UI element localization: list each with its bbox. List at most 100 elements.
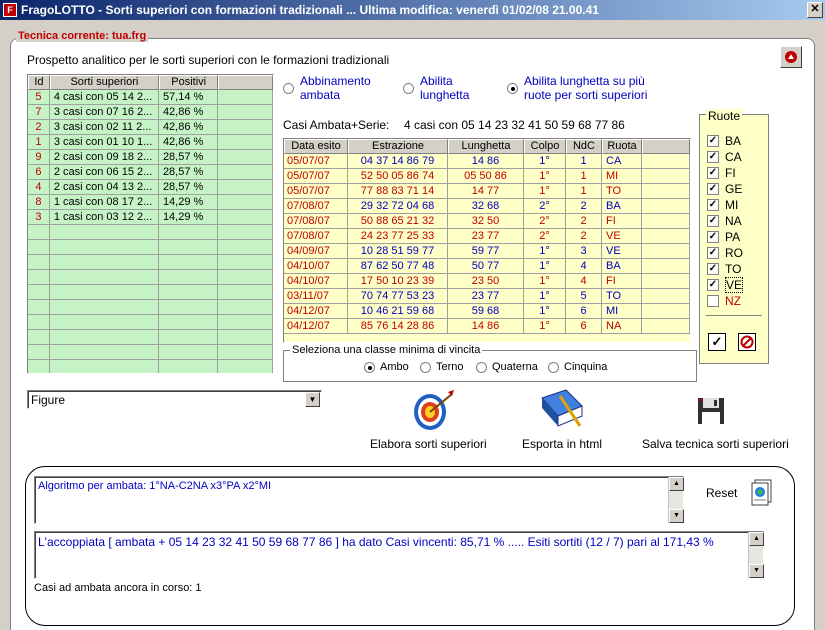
option-lunghetta[interactable]: Abilita lunghetta [403,74,469,102]
sorti-row[interactable]: 92 casi con 09 18 2... 28,57 % [28,150,273,165]
col-lunghetta[interactable]: Lunghetta [448,139,524,154]
ruota-checkbox-pa[interactable]: ✓ PA [707,229,743,245]
option-piu-ruote[interactable]: Abilita lunghetta su più ruote per sorti… [507,74,647,102]
radio-lunghetta[interactable] [403,82,414,94]
sorti-row[interactable] [28,360,273,373]
checkbox[interactable]: ✓ [707,151,719,163]
checkbox[interactable]: ✓ [707,167,719,179]
ruota-checkbox-ge[interactable]: ✓ GE [707,181,743,197]
ruota-checkbox-nz[interactable]: NZ [707,293,743,309]
sorti-row[interactable]: 13 casi con 01 10 1... 42,86 % [28,135,273,150]
checkbox[interactable]: ✓ [707,215,719,227]
info-button[interactable] [780,46,802,68]
elabora-icon-button[interactable] [408,388,456,432]
esporta-label[interactable]: Esporta in html [522,437,602,451]
col-positivi[interactable]: Positivi [158,75,219,90]
ruota-checkbox-na[interactable]: ✓ NA [707,213,743,229]
sorti-row[interactable]: 62 casi con 06 15 2... 28,57 % [28,165,273,180]
col-id[interactable]: Id [28,75,50,90]
combo-dropdown-button[interactable]: ▼ [305,392,320,407]
esiti-row[interactable]: 03/11/07 70 74 77 53 23 23 77 1° 5 TO [284,289,690,304]
col-sorti[interactable]: Sorti superiori [49,75,159,90]
sorti-row[interactable]: 81 casi con 08 17 2... 14,29 % [28,195,273,210]
esiti-cell-lung: 14 86 [448,154,524,169]
esiti-row[interactable]: 04/12/07 85 76 14 28 86 14 86 1° 6 NA [284,319,690,334]
esiti-row[interactable]: 04/10/07 17 50 10 23 39 23 50 1° 4 FI [284,274,690,289]
esiti-row[interactable]: 05/07/07 77 88 83 71 14 14 77 1° 1 TO [284,184,690,199]
esiti-row[interactable]: 04/09/07 10 28 51 59 77 59 77 1° 3 VE [284,244,690,259]
checkbox[interactable]: ✓ [707,135,719,147]
checkbox[interactable]: ✓ [707,279,719,291]
esiti-row[interactable]: 07/08/07 24 23 77 25 33 23 77 2° 2 VE [284,229,690,244]
sorti-row[interactable]: 54 casi con 05 14 2... 57,14 % [28,90,273,105]
checkbox[interactable]: ✓ [707,231,719,243]
ruota-label: VE [725,277,744,293]
ruota-checkbox-fi[interactable]: ✓ FI [707,165,743,181]
radio-abbinamento[interactable] [283,82,294,94]
esiti-row[interactable]: 05/07/07 04 37 14 86 79 14 86 1° 1 CA [284,154,690,169]
sorti-row[interactable] [28,330,273,345]
classe-ambo[interactable]: Ambo [364,361,409,373]
esiti-cell-ndc: 2 [566,214,602,229]
checkbox[interactable]: ✓ [707,247,719,259]
checkbox[interactable]: ✓ [707,199,719,211]
classe-quaterna[interactable]: Quaterna [476,361,538,373]
ruota-checkbox-to[interactable]: ✓ TO [707,261,743,277]
col-ruota[interactable]: Ruota [602,139,642,154]
classe-cinquina[interactable]: Cinquina [548,361,607,373]
elabora-label[interactable]: Elabora sorti superiori [370,437,487,451]
scroll-down-icon[interactable]: ▼ [669,509,684,523]
sorti-row[interactable]: 23 casi con 02 11 2... 42,86 % [28,120,273,135]
result-scrollbar[interactable]: ▲ ▼ [748,532,764,578]
sorti-row[interactable] [28,270,273,285]
sorti-row[interactable] [28,345,273,360]
ruota-checkbox-mi[interactable]: ✓ MI [707,197,743,213]
result-textbox[interactable]: L'accoppiata [ ambata + 05 14 23 32 41 5… [34,531,764,579]
esporta-icon-button[interactable] [538,386,586,432]
col-ndc[interactable]: NdC [566,139,602,154]
esiti-row[interactable]: 04/12/07 10 46 21 59 68 59 68 1° 6 MI [284,304,690,319]
esiti-cell-estr: 50 88 65 21 32 [348,214,448,229]
classe-terno[interactable]: Terno [420,361,464,373]
salva-label[interactable]: Salva tecnica sorti superiori [642,437,789,451]
sorti-row[interactable] [28,240,273,255]
col-data[interactable]: Data esito [284,139,348,154]
checkbox[interactable] [707,295,719,307]
ruota-checkbox-ve[interactable]: ✓ VE [707,277,744,293]
sorti-row[interactable]: 42 casi con 04 13 2... 28,57 % [28,180,273,195]
sorti-row[interactable]: 31 casi con 03 12 2... 14,29 % [28,210,273,225]
esiti-grid[interactable]: Data esito Estrazione Lunghetta Colpo Nd… [283,138,691,343]
salva-icon-button[interactable] [696,396,726,426]
reset-button[interactable] [749,478,775,508]
algoritmo-scrollbar[interactable]: ▲ ▼ [668,477,684,523]
sorti-row[interactable] [28,285,273,300]
radio-piu-ruote[interactable] [507,82,518,94]
sorti-row[interactable] [28,225,273,240]
scroll-up-icon[interactable]: ▲ [749,532,764,546]
sorti-grid[interactable]: Id Sorti superiori Positivi 54 casi con … [27,74,274,374]
ruota-checkbox-ca[interactable]: ✓ CA [707,149,743,165]
checkbox[interactable]: ✓ [707,183,719,195]
sorti-row[interactable] [28,255,273,270]
checkbox[interactable]: ✓ [707,263,719,275]
esiti-row[interactable]: 07/08/07 29 32 72 04 68 32 68 2° 2 BA [284,199,690,214]
figure-combo[interactable]: Figure ▼ [27,390,322,409]
close-button[interactable]: ✕ [807,2,823,18]
algoritmo-textbox[interactable]: Algoritmo per ambata: 1°NA-C2NA x3°PA x2… [34,476,684,524]
reset-label[interactable]: Reset [706,486,737,500]
sorti-row[interactable]: 73 casi con 07 16 2... 42,86 % [28,105,273,120]
col-colpo[interactable]: Colpo [524,139,566,154]
sorti-row[interactable] [28,315,273,330]
esiti-row[interactable]: 07/08/07 50 88 65 21 32 32 50 2° 2 FI [284,214,690,229]
scroll-down-icon[interactable]: ▼ [749,564,764,578]
esiti-row[interactable]: 04/10/07 87 62 50 77 48 50 77 1° 4 BA [284,259,690,274]
scroll-up-icon[interactable]: ▲ [669,477,684,491]
ruota-checkbox-ro[interactable]: ✓ RO [707,245,743,261]
check-all-button[interactable]: ✓ [708,333,726,351]
col-estrazione[interactable]: Estrazione [348,139,448,154]
esiti-row[interactable]: 05/07/07 52 50 05 86 74 05 50 86 1° 1 MI [284,169,690,184]
option-abbinamento[interactable]: Abbinamento ambata [283,74,371,102]
sorti-row[interactable] [28,300,273,315]
ruota-checkbox-ba[interactable]: ✓ BA [707,133,743,149]
uncheck-all-button[interactable] [738,333,756,351]
